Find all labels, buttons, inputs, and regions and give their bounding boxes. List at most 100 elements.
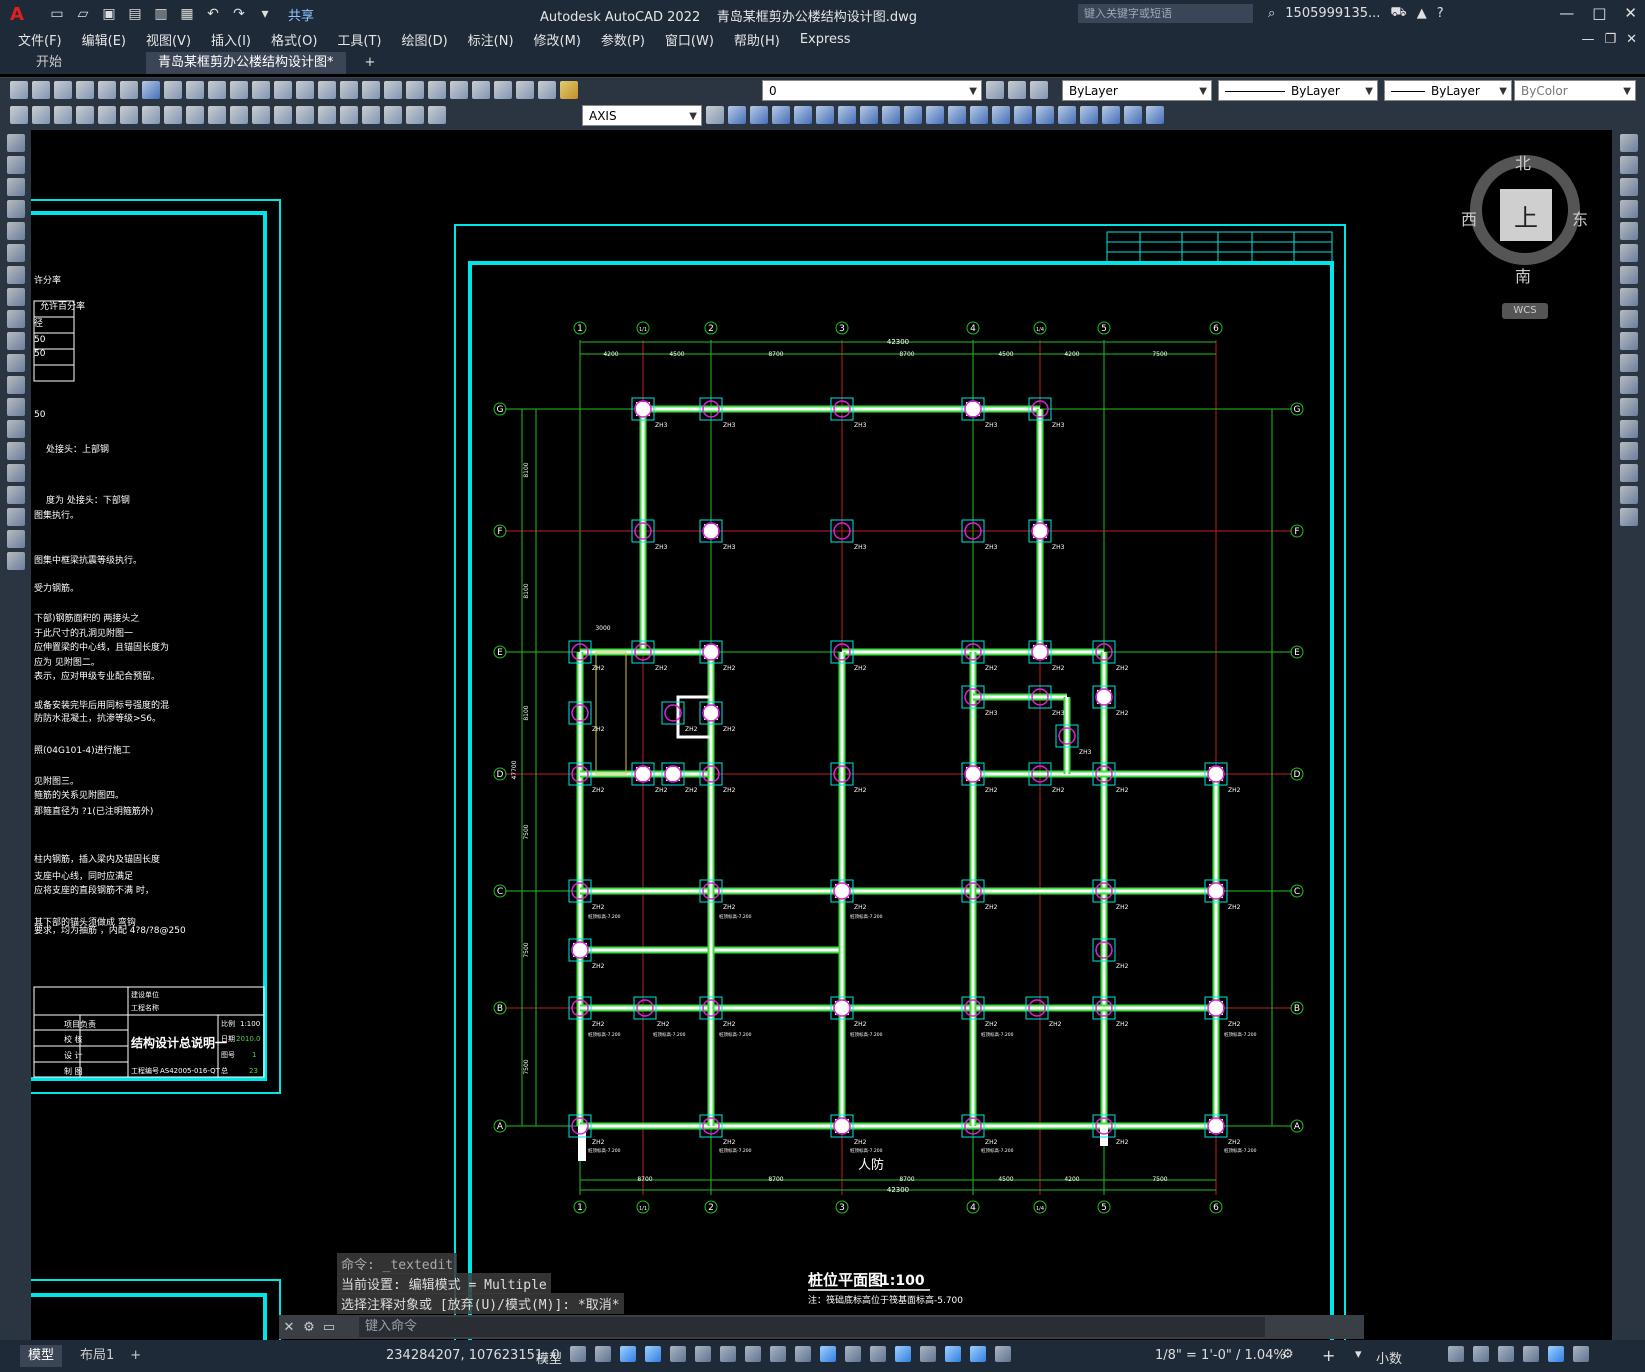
- redo-icon[interactable]: ↷: [230, 5, 248, 23]
- maximize-icon[interactable]: □: [1592, 4, 1606, 22]
- clean-screen-icon[interactable]: [1548, 1346, 1564, 1362]
- plus-icon[interactable]: +: [1322, 1346, 1335, 1365]
- hatch-icon[interactable]: [6, 442, 25, 460]
- user-account[interactable]: 1505999135...: [1285, 6, 1380, 21]
- search-input[interactable]: 键入关键字或短语: [1078, 4, 1253, 23]
- dim-text-edit-icon[interactable]: [406, 106, 424, 124]
- jogged-linear-icon[interactable]: [362, 106, 380, 124]
- extrude-icon[interactable]: [882, 106, 900, 124]
- copy-icon[interactable]: [186, 81, 204, 99]
- new-file-icon[interactable]: ▭: [48, 5, 66, 23]
- menu-dimension[interactable]: 标注(N): [468, 30, 514, 49]
- menu-parametric[interactable]: 参数(P): [601, 30, 645, 49]
- block-editor-icon[interactable]: [252, 81, 270, 99]
- viewcube-north[interactable]: 北: [1515, 150, 1531, 174]
- add-layout-button[interactable]: +: [122, 1345, 149, 1367]
- break-at-point-icon[interactable]: [1619, 376, 1638, 394]
- point-icon[interactable]: [6, 420, 25, 438]
- dim-linear-icon[interactable]: [10, 106, 28, 124]
- qnew-icon[interactable]: [10, 81, 28, 99]
- arc-icon[interactable]: [6, 244, 25, 262]
- menu-window[interactable]: 窗口(W): [665, 30, 714, 49]
- quick-properties-icon[interactable]: [1448, 1346, 1464, 1362]
- layer-current-icon[interactable]: [986, 81, 1004, 99]
- infer-constraints-icon[interactable]: [620, 1346, 636, 1362]
- center-mark-icon[interactable]: [318, 106, 336, 124]
- minimize-icon[interactable]: —: [1559, 4, 1574, 22]
- model-space-toggle[interactable]: 模型: [536, 1348, 562, 1367]
- linetype-dropdown[interactable]: ByLayer ▼: [1218, 80, 1378, 101]
- search-icon[interactable]: ⌕: [1268, 6, 1275, 21]
- customize-command-icon[interactable]: ⚙: [299, 1320, 319, 1335]
- subtract-icon[interactable]: [992, 106, 1010, 124]
- drawing-canvas[interactable]: 许分率 允许百分率径 50 50 50 处接头：上部钢 度为 处接头：下部钢 图集执行。 图集中…: [31, 130, 1612, 1340]
- properties-icon[interactable]: [406, 81, 424, 99]
- dim-arc-icon[interactable]: [54, 106, 72, 124]
- make-block-icon[interactable]: [6, 398, 25, 416]
- zoom-window-icon[interactable]: [362, 81, 380, 99]
- help-icon[interactable]: [538, 81, 556, 99]
- isolate-objects-icon[interactable]: [1498, 1346, 1514, 1362]
- stretch-icon[interactable]: [1619, 310, 1638, 328]
- auto-scale-icon[interactable]: [995, 1346, 1011, 1362]
- add-selected-icon[interactable]: [6, 552, 25, 570]
- dim-break-icon[interactable]: [274, 106, 292, 124]
- grid-icon[interactable]: [570, 1346, 586, 1362]
- plot-icon[interactable]: [76, 81, 94, 99]
- object-snap-tracking-icon[interactable]: [745, 1346, 761, 1362]
- close-icon[interactable]: ✕: [1624, 4, 1637, 22]
- paste-icon[interactable]: [208, 81, 226, 99]
- line-icon[interactable]: [6, 134, 25, 152]
- inspection-icon[interactable]: [340, 106, 358, 124]
- lineweight-icon[interactable]: [795, 1346, 811, 1362]
- dim-continue-icon[interactable]: [230, 106, 248, 124]
- save-icon[interactable]: ▣: [100, 5, 118, 23]
- selection-filter-icon[interactable]: [920, 1346, 936, 1362]
- doc-restore-icon[interactable]: ❐: [1604, 32, 1616, 47]
- viewcube-south[interactable]: 南: [1515, 263, 1531, 287]
- plot-icon[interactable]: ▦: [178, 5, 196, 23]
- sphere-icon[interactable]: [794, 106, 812, 124]
- menu-draw[interactable]: 绘图(D): [402, 30, 448, 49]
- viewcube-top-face[interactable]: 上: [1500, 189, 1552, 241]
- snap-icon[interactable]: [595, 1346, 611, 1362]
- open-file-icon[interactable]: ▱: [74, 5, 92, 23]
- blend-curves-icon[interactable]: [1619, 486, 1638, 504]
- layer-previous-icon[interactable]: [1008, 81, 1026, 99]
- tool-palettes-icon[interactable]: [450, 81, 468, 99]
- calculator-icon[interactable]: [516, 81, 534, 99]
- markup-icon[interactable]: [494, 81, 512, 99]
- region-icon[interactable]: [6, 486, 25, 504]
- save-icon[interactable]: [54, 81, 72, 99]
- isodraft-icon[interactable]: [720, 1346, 736, 1362]
- dimstyle-dropdown[interactable]: AXIS ▼: [582, 105, 702, 126]
- intersect-icon[interactable]: [1014, 106, 1032, 124]
- menu-tools[interactable]: 工具(T): [337, 30, 381, 49]
- menu-view[interactable]: 视图(V): [146, 30, 191, 49]
- dynamic-input-icon[interactable]: [645, 1346, 661, 1362]
- wedge-icon[interactable]: [750, 106, 768, 124]
- rectangle-icon[interactable]: [6, 222, 25, 240]
- sheet-set-icon[interactable]: [472, 81, 490, 99]
- 3d-align-icon[interactable]: [1146, 106, 1164, 124]
- wcs-menu[interactable]: WCS: [1502, 303, 1548, 319]
- fillet-icon[interactable]: [1619, 464, 1638, 482]
- close-command-icon[interactable]: ✕: [279, 1320, 299, 1335]
- circle-icon[interactable]: [6, 266, 25, 284]
- publish-icon[interactable]: [120, 81, 138, 99]
- web-mobile-icon[interactable]: ▥: [152, 5, 170, 23]
- polar-icon[interactable]: [695, 1346, 711, 1362]
- menu-file[interactable]: 文件(F): [18, 30, 62, 49]
- join-icon[interactable]: [1619, 420, 1638, 438]
- dim-style-icon[interactable]: [706, 106, 724, 124]
- pyramid-icon[interactable]: [860, 106, 878, 124]
- redo-icon[interactable]: [296, 81, 314, 99]
- preview-icon[interactable]: [98, 81, 116, 99]
- 3d-move-icon[interactable]: [1102, 106, 1120, 124]
- doc-close-icon[interactable]: ✕: [1626, 32, 1637, 47]
- revcloud-icon[interactable]: [6, 288, 25, 306]
- dim-angular-icon[interactable]: [164, 106, 182, 124]
- mirror-icon[interactable]: [1619, 178, 1638, 196]
- coordinates-readout[interactable]: 234284207, 107623151, 0: [386, 1348, 560, 1363]
- ellipse-icon[interactable]: [6, 332, 25, 350]
